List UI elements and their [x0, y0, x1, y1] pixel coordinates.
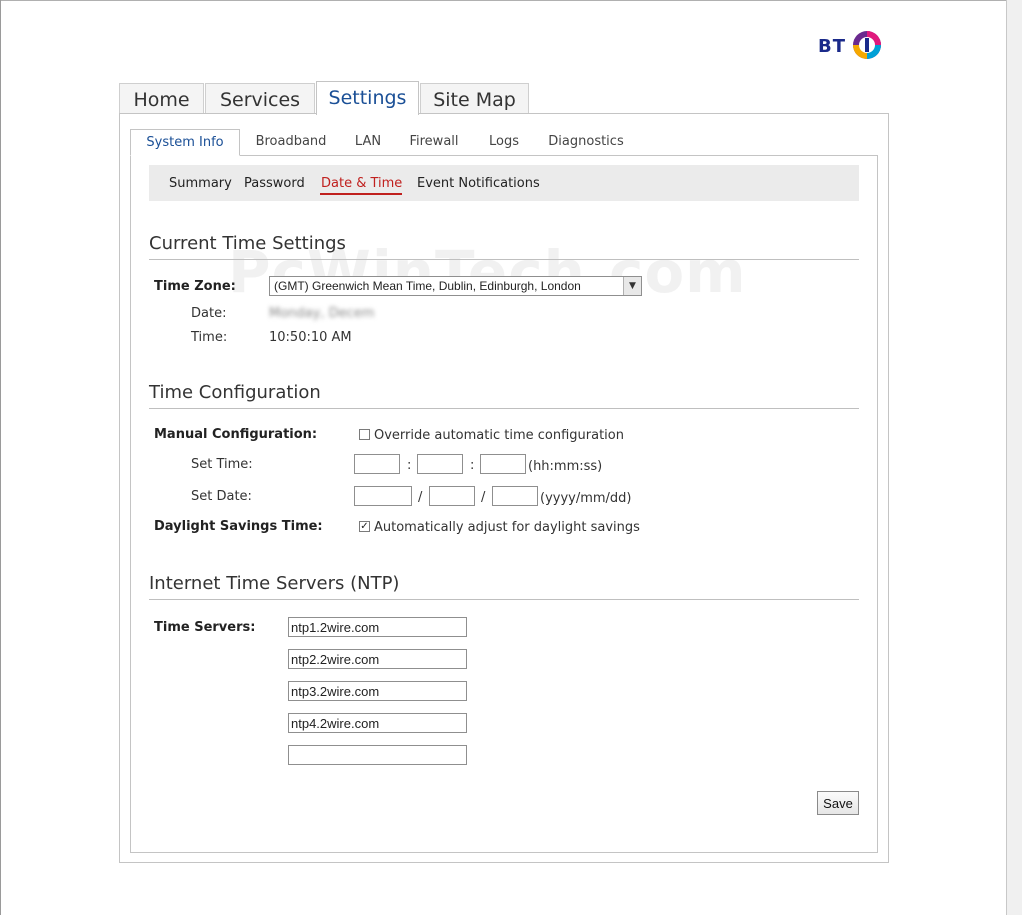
time-server-2-input[interactable]: ntp2.2wire.com — [288, 649, 467, 669]
tab-broadband-label: Broadband — [255, 134, 327, 149]
save-button[interactable]: Save — [817, 791, 859, 815]
tab-home[interactable]: Home — [119, 83, 204, 114]
window-frame-left — [0, 0, 1, 915]
time-server-1-input[interactable]: ntp1.2wire.com — [288, 617, 467, 637]
tab-system-info[interactable]: System Info — [130, 129, 240, 156]
current-time-settings-title: Current Time Settings — [149, 233, 346, 254]
ntp-rule — [149, 599, 859, 600]
time-zone-label: Time Zone: — [154, 279, 236, 294]
subnav-bar: Summary Password Date & Time Event Notif… — [149, 165, 859, 201]
tab-broadband[interactable]: Broadband — [247, 129, 335, 156]
current-time-rule — [149, 259, 859, 260]
time-server-4-input[interactable]: ntp4.2wire.com — [288, 713, 467, 733]
tab-settings-label: Settings — [328, 87, 407, 109]
time-configuration-rule — [149, 408, 859, 409]
set-date-month-input[interactable] — [429, 486, 475, 506]
ntp-title: Internet Time Servers (NTP) — [149, 573, 400, 594]
date-separator: / — [418, 490, 423, 505]
bt-globe-icon — [853, 31, 881, 59]
chevron-down-icon[interactable]: ▼ — [623, 277, 641, 295]
tab-settings[interactable]: Settings — [316, 81, 419, 115]
vertical-scrollbar[interactable] — [1006, 0, 1022, 915]
tab-diagnostics[interactable]: Diagnostics — [540, 129, 632, 156]
manual-configuration-label: Manual Configuration: — [154, 427, 318, 442]
tab-services[interactable]: Services — [205, 83, 315, 114]
date-value: Monday, Decem — [269, 306, 375, 321]
subnav-summary[interactable]: Summary — [169, 176, 232, 191]
set-date-year-input[interactable] — [354, 486, 412, 506]
date-format-hint: (yyyy/mm/dd) — [540, 491, 632, 506]
time-separator: : — [470, 458, 475, 473]
daylight-savings-label: Daylight Savings Time: — [154, 519, 323, 534]
subnav-password[interactable]: Password — [244, 176, 305, 191]
tab-site-map-label: Site Map — [433, 89, 516, 111]
tab-lan-label: LAN — [354, 134, 382, 149]
time-value: 10:50:10 AM — [269, 330, 352, 345]
daylight-savings-option-label: Automatically adjust for daylight saving… — [374, 520, 640, 535]
subnav-date-time[interactable]: Date & Time — [321, 176, 402, 191]
date-label: Date: — [191, 306, 227, 321]
set-time-minutes-input[interactable] — [417, 454, 463, 474]
set-time-hours-input[interactable] — [354, 454, 400, 474]
window-frame-top — [0, 0, 1022, 1]
tab-logs[interactable]: Logs — [480, 129, 528, 156]
tab-logs-label: Logs — [489, 134, 519, 149]
tab-firewall-label: Firewall — [409, 134, 459, 149]
time-zone-select[interactable]: (GMT) Greenwich Mean Time, Dublin, Edinb… — [269, 276, 642, 296]
set-date-day-input[interactable] — [492, 486, 538, 506]
time-server-3-input[interactable]: ntp3.2wire.com — [288, 681, 467, 701]
time-separator: : — [407, 458, 412, 473]
tab-system-info-label: System Info — [146, 135, 224, 150]
time-configuration-title: Time Configuration — [149, 382, 321, 403]
time-server-5-input[interactable] — [288, 745, 467, 765]
override-label: Override automatic time configuration — [374, 428, 624, 443]
tab-lan[interactable]: LAN — [345, 129, 391, 156]
time-zone-value: (GMT) Greenwich Mean Time, Dublin, Edinb… — [274, 279, 581, 293]
tab-services-label: Services — [219, 89, 301, 111]
time-label: Time: — [191, 330, 228, 345]
override-checkbox[interactable] — [359, 429, 370, 440]
set-time-label: Set Time: — [191, 457, 253, 472]
tab-diagnostics-label: Diagnostics — [548, 134, 624, 149]
tab-site-map[interactable]: Site Map — [420, 83, 529, 114]
time-format-hint: (hh:mm:ss) — [528, 459, 603, 474]
date-separator: / — [481, 490, 486, 505]
subnav-active-underline — [320, 193, 402, 195]
tab-home-label: Home — [133, 89, 190, 111]
set-time-seconds-input[interactable] — [480, 454, 526, 474]
time-servers-label: Time Servers: — [154, 620, 256, 635]
bt-logo-text: BT — [818, 36, 846, 57]
subnav-event-notifications[interactable]: Event Notifications — [417, 176, 540, 191]
set-date-label: Set Date: — [191, 489, 252, 504]
tab-firewall[interactable]: Firewall — [402, 129, 466, 156]
daylight-savings-checkbox[interactable]: ✓ — [359, 521, 370, 532]
